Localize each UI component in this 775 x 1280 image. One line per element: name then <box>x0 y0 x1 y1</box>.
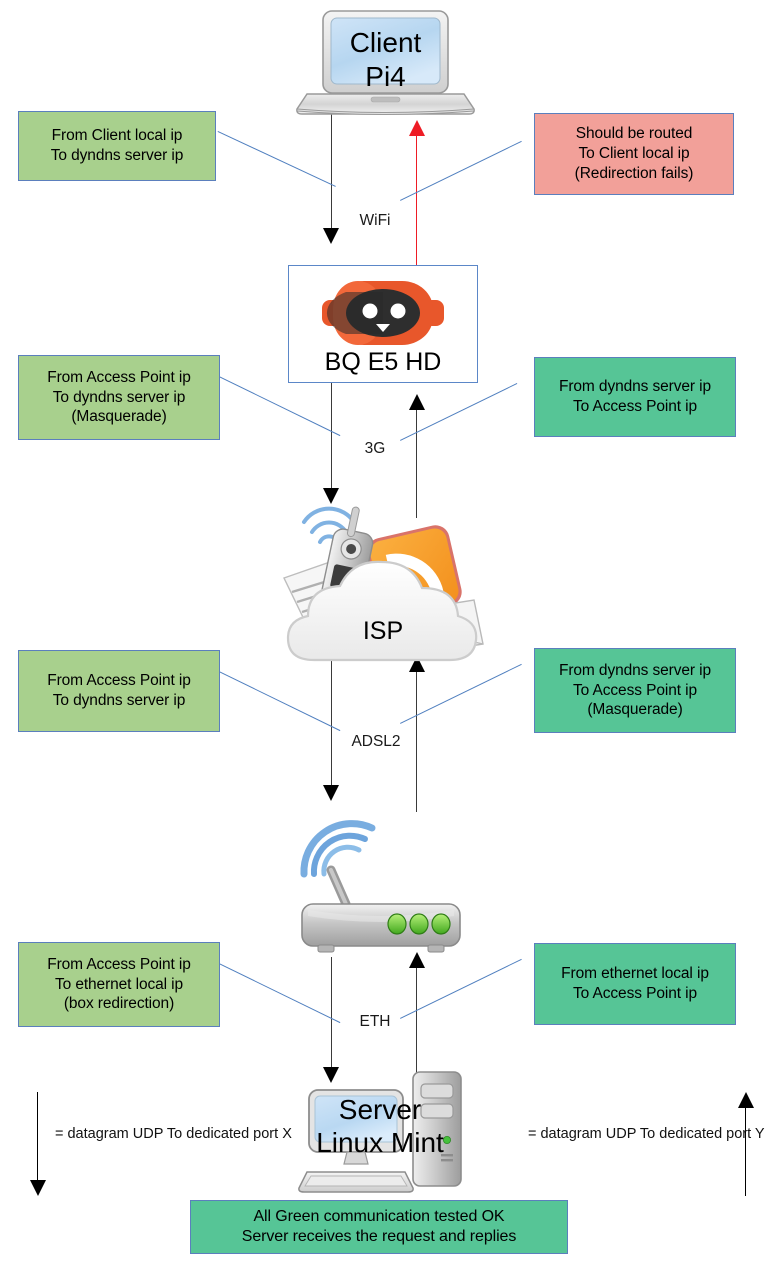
note-client-in: Should be routed To Client local ip (Red… <box>534 113 734 195</box>
downstream-line-adsl2 <box>331 655 332 785</box>
leader-bq-in <box>400 383 518 441</box>
node-bq <box>320 278 446 348</box>
note-line: To Access Point ip <box>573 985 697 1002</box>
note-line: From Client local ip <box>51 127 183 145</box>
note-line: (Redirection fails) <box>574 164 694 182</box>
node-isp <box>278 492 488 664</box>
note-router-out: From Access Point ip To ethernet local i… <box>18 942 220 1027</box>
legend-right-text: = datagram UDP To dedicated port Y <box>528 1125 765 1144</box>
note-bq-in: From dyndns server ip To Access Point ip <box>534 357 736 437</box>
note-router-in: From ethernet local ip To Access Point i… <box>534 943 736 1025</box>
legend-line: To dedicated port X <box>166 1126 292 1142</box>
laptop-icon <box>296 10 475 115</box>
link-label-3g: 3G <box>364 440 386 457</box>
downstream-arrowhead-wifi <box>323 228 339 244</box>
upstream-line-eth <box>416 968 417 1080</box>
link-label-adsl2: ADSL2 <box>351 733 401 750</box>
note-line: Should be routed <box>575 125 693 143</box>
diagram-canvas: WiFi 3G ADSL2 ETH Client Pi4 BQ E5 HD IS… <box>0 0 775 1280</box>
note-client-out: From Client local ip To dyndns server ip <box>18 111 216 181</box>
note-line: To Access Point ip <box>573 681 697 699</box>
leader-client-out <box>217 131 336 187</box>
node-server <box>295 1068 475 1196</box>
leader-bq-out <box>218 376 341 437</box>
legend-left-text: = datagram UDP To dedicated port X <box>55 1125 292 1144</box>
note-line: To dyndns server ip <box>52 692 186 709</box>
legend-left-arrow-line <box>37 1092 38 1180</box>
note-line: (Masquerade) <box>71 408 167 426</box>
note-line: To dyndns server ip <box>52 388 186 406</box>
cloud-isp-icon <box>283 506 484 662</box>
legend-line: = datagram UDP <box>55 1126 164 1142</box>
note-line: Server receives the request and replies <box>241 1228 517 1245</box>
note-line: From Access Point ip <box>47 955 191 973</box>
downstream-line-3g <box>331 382 332 488</box>
leader-isp-out <box>218 671 341 732</box>
upstream-line-adsl2 <box>416 672 417 812</box>
note-line: To ethernet local ip <box>54 975 184 993</box>
robot-icon <box>322 281 444 345</box>
legend-line: = datagram UDP <box>528 1126 637 1142</box>
note-isp-in: From dyndns server ip To Access Point ip… <box>534 648 736 733</box>
note-bq-out: From Access Point ip To dyndns server ip… <box>18 355 220 440</box>
note-line: (box redirection) <box>63 995 175 1013</box>
footer-note: All Green communication tested OK Server… <box>190 1200 568 1254</box>
note-isp-out: From Access Point ip To dyndns server ip <box>18 650 220 732</box>
legend-left-arrowhead <box>30 1180 46 1196</box>
legend-right-arrow-line <box>745 1108 746 1196</box>
legend-line: To dedicated port Y <box>639 1126 765 1142</box>
link-label-eth: ETH <box>359 1013 391 1030</box>
note-line: (Masquerade) <box>587 701 683 719</box>
node-client <box>293 8 478 118</box>
desktop-computer-icon <box>298 1071 462 1193</box>
leader-isp-in <box>400 663 522 724</box>
note-line: All Green communication tested OK <box>253 1207 505 1225</box>
note-line: From dyndns server ip <box>558 661 712 679</box>
upstream-arrowhead-3g <box>409 394 425 410</box>
note-line: To Client local ip <box>578 145 690 163</box>
leader-client-in <box>400 140 522 201</box>
node-router <box>284 812 484 960</box>
downstream-arrowhead-adsl2 <box>323 785 339 801</box>
note-line: From dyndns server ip <box>558 378 712 396</box>
upstream-line-wifi <box>416 136 417 268</box>
note-line: To dyndns server ip <box>50 147 184 164</box>
note-line: From Access Point ip <box>47 368 191 386</box>
link-label-wifi: WiFi <box>359 212 391 229</box>
legend-right-arrowhead <box>738 1092 754 1108</box>
leader-router-out <box>218 963 341 1024</box>
downstream-line-wifi <box>331 110 332 228</box>
upstream-arrowhead-wifi <box>409 120 425 136</box>
wifi-router-icon <box>300 820 461 953</box>
note-line: From Access Point ip <box>47 672 191 690</box>
note-line: To Access Point ip <box>573 398 697 415</box>
note-line: From ethernet local ip <box>561 965 709 983</box>
downstream-line-eth <box>331 957 332 1067</box>
